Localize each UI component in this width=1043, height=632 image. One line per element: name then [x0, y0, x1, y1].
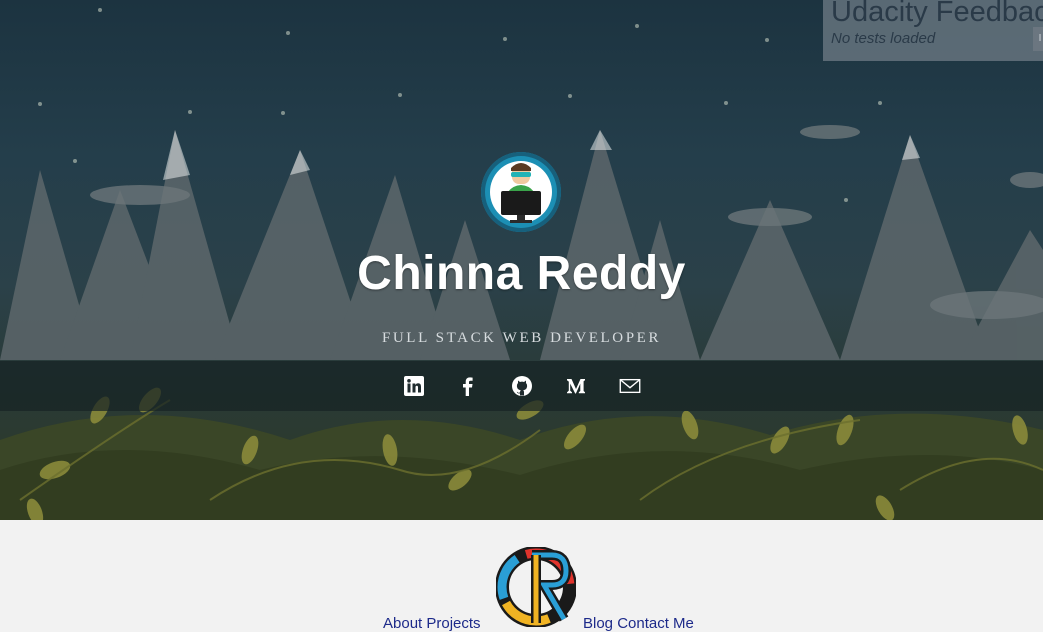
profile-name: Chinna Reddy [357, 247, 686, 300]
nav-link-right[interactable]: Blog Contact Me [583, 615, 694, 632]
mail-icon[interactable] [619, 375, 641, 397]
cr-logo-icon[interactable] [496, 547, 576, 627]
udacity-feedback-widget[interactable]: Udacity Feedback No tests loaded I [823, 0, 1043, 61]
nav-link-left[interactable]: About Projects [383, 615, 481, 632]
developer-avatar-icon [490, 161, 552, 223]
medium-icon[interactable] [565, 375, 587, 397]
feedback-status: No tests loaded [831, 30, 936, 47]
facebook-icon[interactable] [457, 375, 479, 397]
linkedin-icon[interactable] [403, 375, 425, 397]
hero-header: Chinna Reddy FULL STACK WEB DEVELOPER [0, 0, 1043, 520]
feedback-title: Udacity Feedback [831, 0, 1043, 28]
social-links-bar [0, 361, 1043, 411]
avatar [481, 152, 561, 232]
feedback-toggle-button[interactable]: I [1033, 27, 1043, 51]
profile-tagline: FULL STACK WEB DEVELOPER [381, 330, 662, 346]
github-icon[interactable] [511, 375, 533, 397]
